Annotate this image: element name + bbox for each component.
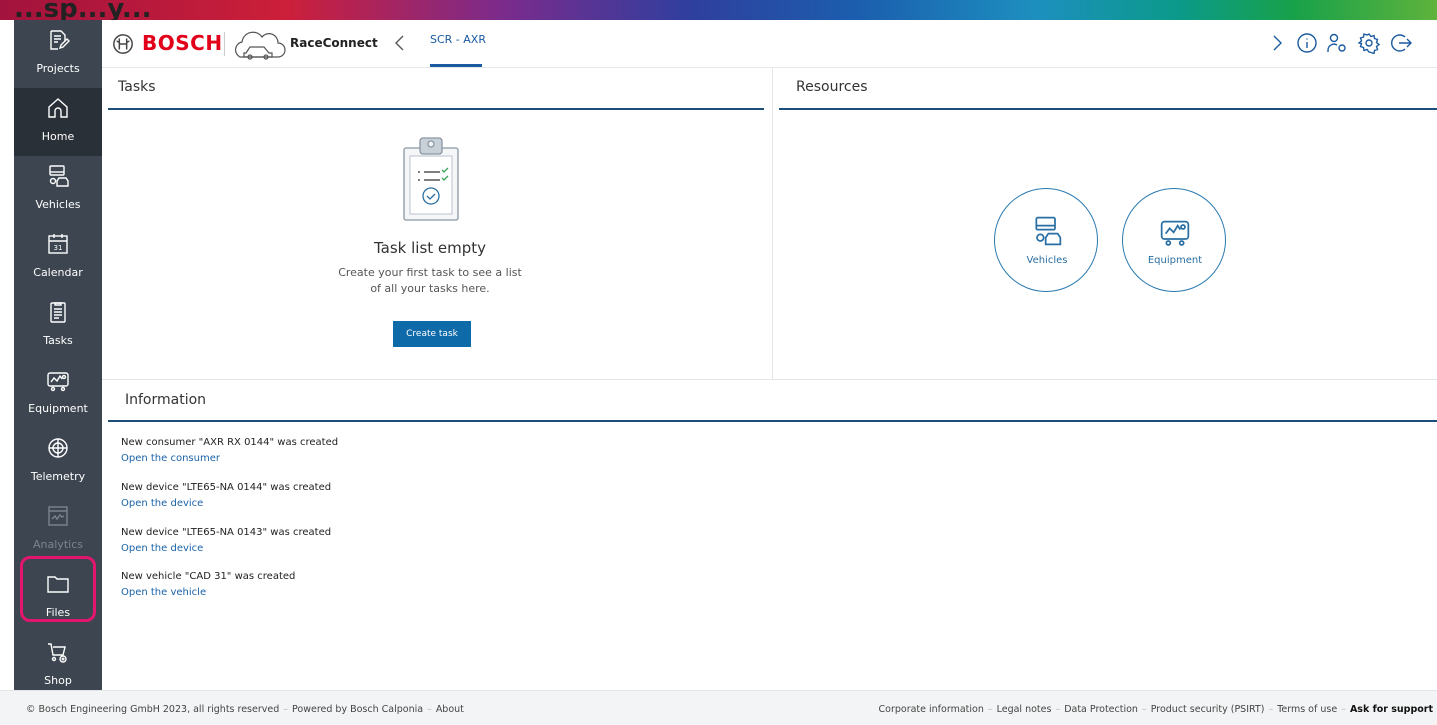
files-highlight-frame [20,556,96,622]
information-panel-title: Information [125,392,207,408]
resources-panel-title: Resources [796,79,868,95]
sidebar-item-label: Home [41,130,75,143]
legal-notes-link[interactable]: Legal notes [997,704,1052,715]
user-icon[interactable] [1326,32,1348,54]
sidebar-item-label: Projects [36,62,80,75]
powered-by-text: Powered by Bosch Calponia [292,704,424,715]
brand-wordmark: BOSCH [142,31,223,55]
info-icon[interactable] [1296,32,1318,54]
open-device-link[interactable]: Open the device [121,498,203,509]
home-icon [48,98,68,118]
sidebar-item-calendar[interactable]: 31 Calendar [14,224,102,292]
footer-left-group: © Bosch Engineering GmbH 2023, all right… [26,704,464,715]
sidebar-item-analytics[interactable]: Analytics [14,496,102,564]
open-device-link[interactable]: Open the device [121,543,203,554]
tab-scr-axr[interactable]: SCR - AXR [430,33,486,46]
clipboard-checklist-icon [403,137,459,221]
resource-equipment-button[interactable]: Equipment [1122,188,1226,292]
vehicles-icon [1035,216,1062,246]
copyright-text: © Bosch Engineering GmbH 2023, all right… [26,704,280,715]
info-message: New device "LTE65-NA 0144" was created [121,482,332,493]
empty-state-description: Create your first task to see a list of … [320,265,540,297]
equipment-icon [47,372,69,392]
bosch-armature-logo-icon [113,34,133,54]
sidebar-item-equipment[interactable]: Equipment [14,360,102,428]
product-name: RaceConnect [290,36,378,50]
chevron-left-icon[interactable] [392,33,408,53]
resource-label: Vehicles [1026,255,1068,266]
terms-of-use-link[interactable]: Terms of use [1277,704,1337,715]
tasks-icon [50,302,66,323]
panel-vertical-divider [772,68,773,379]
vehicles-icon [49,165,69,187]
open-consumer-link[interactable]: Open the consumer [121,453,220,464]
product-security-link[interactable]: Product security (PSIRT) [1151,704,1265,715]
resource-label: Equipment [1147,255,1203,266]
sidebar-item-label: Telemetry [30,470,86,483]
shop-cart-icon [48,643,67,663]
info-message: New device "LTE65-NA 0143" was created [121,527,332,538]
sidebar-item-tasks[interactable]: Tasks [14,292,102,360]
gear-icon[interactable] [1358,32,1380,54]
sidebar-item-telemetry[interactable]: Telemetry [14,428,102,496]
sidebar-item-label: Analytics [33,538,83,551]
empty-state-title: Task list empty [373,239,487,257]
analytics-icon [48,506,68,526]
page-footer: © Bosch Engineering GmbH 2023, all right… [0,690,1437,725]
calendar-icon: 31 [48,234,68,254]
about-link[interactable]: About [436,704,464,715]
telemetry-icon [48,438,68,458]
raceconnect-cloud-car-icon [234,31,286,60]
chevron-right-icon[interactable] [1266,32,1288,54]
sidebar-item-label: Shop [44,674,72,687]
ask-for-support-link[interactable]: Ask for support [1350,704,1433,715]
top-color-strip [0,0,1437,20]
app-window: ...sp...y... Projects Home Vehicles 31 C… [0,0,1437,725]
sidebar-item-home[interactable]: Home [14,88,102,156]
logo-separator [224,32,225,56]
sidebar-item-label: Calendar [33,266,83,279]
sidebar-item-label: Vehicles [35,198,81,211]
sidebar-item-label: Equipment [28,402,88,415]
footer-right-group: Corporate information – Legal notes – Data P… [878,704,1434,715]
empty-state-line: of all your tasks here. [370,282,490,295]
sidebar-item-vehicles[interactable]: Vehicles [14,156,102,224]
active-tab-indicator [430,64,482,67]
svg-text:31: 31 [54,244,63,252]
top-header: BOSCH RaceConnect SCR - AXR [102,20,1437,68]
resource-vehicles-button[interactable]: Vehicles [994,188,1098,292]
info-message: New consumer "AXR RX 0144" was created [121,437,339,448]
logout-icon[interactable] [1390,32,1412,54]
sidebar-item-projects[interactable]: Projects [14,20,102,88]
edit-document-icon [50,30,70,50]
tasks-panel-title: Tasks [118,79,156,95]
corporate-info-link[interactable]: Corporate information [879,704,984,715]
tasks-title-underline [108,108,764,110]
open-vehicle-link[interactable]: Open the vehicle [121,587,206,598]
empty-state-line: Create your first task to see a list [338,266,522,279]
info-message: New vehicle "CAD 31" was created [121,571,296,582]
resources-title-underline [779,108,1437,110]
create-task-button[interactable]: Create task [393,321,471,347]
data-protection-link[interactable]: Data Protection [1064,704,1138,715]
panel-horizontal-divider [102,379,1437,380]
information-title-underline [108,420,1437,422]
sidebar-item-label: Tasks [43,334,73,347]
equipment-icon [1160,220,1190,246]
